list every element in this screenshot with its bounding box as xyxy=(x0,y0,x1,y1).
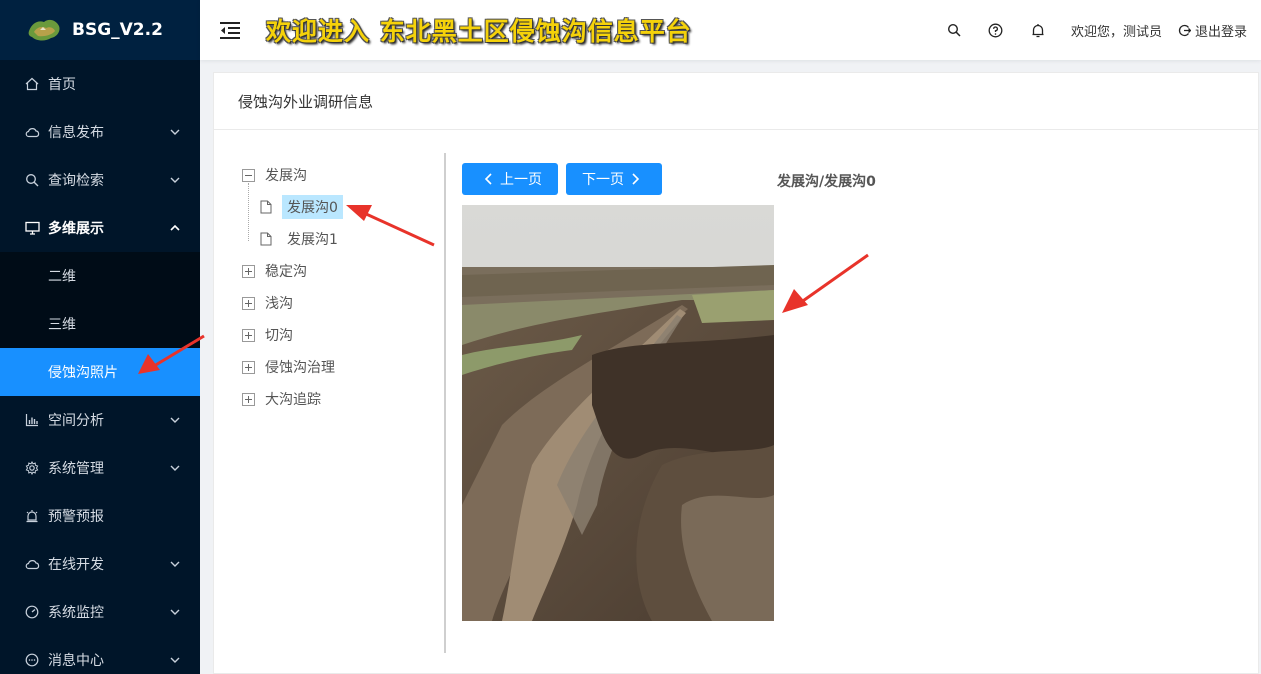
help-icon xyxy=(989,23,1003,37)
menu-fold-icon[interactable] xyxy=(218,20,242,40)
category-tree: 发展沟 发展沟0 发展沟1 稳定沟 浅沟 切沟 侵蚀沟治理 大沟追踪 xyxy=(242,159,442,415)
sidebar-item-warning[interactable]: 预警预报 xyxy=(0,492,200,540)
chevron-left-icon xyxy=(484,173,492,185)
logout-icon xyxy=(1178,24,1191,36)
chevron-down-icon xyxy=(170,465,180,471)
header-actions: 欢迎您，测试员 退出登录 xyxy=(933,0,1261,60)
sidebar-item-multidim[interactable]: 多维展示 xyxy=(0,204,200,252)
cloud-icon xyxy=(24,124,40,140)
sidebar-item-messages[interactable]: 消息中心 xyxy=(0,636,200,674)
sidebar-item-spatial-analysis[interactable]: 空间分析 xyxy=(0,396,200,444)
expand-toggle-icon[interactable] xyxy=(242,328,255,342)
sidebar-item-label: 系统监控 xyxy=(48,605,104,621)
chevron-right-icon xyxy=(632,173,640,185)
sidebar-item-label: 系统管理 xyxy=(48,461,104,477)
sidebar-item-label: 查询检索 xyxy=(48,173,104,189)
next-page-label: 下一页 xyxy=(582,172,624,188)
help-button[interactable] xyxy=(975,0,1017,60)
sidebar-item-label: 首页 xyxy=(48,77,76,93)
gear-icon xyxy=(24,460,40,476)
tree-node-label: 发展沟 xyxy=(265,168,307,184)
document-icon xyxy=(260,232,272,246)
expand-toggle-icon[interactable] xyxy=(242,392,255,406)
sidebar-item-2d[interactable]: 二维 xyxy=(0,252,200,300)
sidebar-item-system-admin[interactable]: 系统管理 xyxy=(0,444,200,492)
cloud-icon xyxy=(24,556,40,572)
sidebar-item-label: 二维 xyxy=(48,269,76,285)
tree-connector-line xyxy=(248,183,249,241)
expand-toggle-icon[interactable] xyxy=(242,360,255,374)
sidebar-item-label: 预警预报 xyxy=(48,509,104,525)
logo-icon xyxy=(28,19,60,41)
sidebar-item-label: 空间分析 xyxy=(48,413,104,429)
tree-node[interactable]: 浅沟 xyxy=(242,287,442,319)
sidebar-item-query[interactable]: 查询检索 xyxy=(0,156,200,204)
sidebar-item-label: 消息中心 xyxy=(48,653,104,669)
dashboard-icon xyxy=(24,604,40,620)
tree-node[interactable]: 切沟 xyxy=(242,319,442,351)
chevron-down-icon xyxy=(170,417,180,423)
sidebar-item-label: 信息发布 xyxy=(48,125,104,141)
next-page-button[interactable]: 下一页 xyxy=(566,163,662,195)
sidebar-item-label: 多维展示 xyxy=(48,221,104,237)
tree-node-root[interactable]: 发展沟 xyxy=(242,159,442,191)
tree-node[interactable]: 侵蚀沟治理 xyxy=(242,351,442,383)
chevron-down-icon xyxy=(170,561,180,567)
bell-icon xyxy=(1032,23,1044,37)
search-icon xyxy=(947,23,961,37)
gully-photo xyxy=(462,205,774,621)
tree-leaf-label-selected: 发展沟0 xyxy=(282,195,343,219)
annotation-arrow xyxy=(138,334,205,374)
photo-path: 发展沟/发展沟0 xyxy=(777,174,876,190)
header: 欢迎进入 东北黑土区侵蚀沟信息平台 欢迎您，测试员 退出登录 xyxy=(200,0,1261,60)
panel-divider[interactable] xyxy=(444,153,446,653)
logout-button[interactable]: 退出登录 xyxy=(1178,21,1247,40)
annotation-arrow xyxy=(346,205,435,247)
user-greeting: 欢迎您，测试员 xyxy=(1070,24,1162,40)
chevron-down-icon xyxy=(170,609,180,615)
tree-node-label: 浅沟 xyxy=(265,296,293,312)
sidebar-item-label: 侵蚀沟照片 xyxy=(48,365,118,381)
tree-node[interactable]: 大沟追踪 xyxy=(242,383,442,415)
expand-toggle-icon[interactable] xyxy=(242,296,255,310)
home-icon xyxy=(24,76,40,92)
logout-label: 退出登录 xyxy=(1194,24,1247,40)
content-card: 侵蚀沟外业调研信息 发展沟 发展沟0 发展沟1 稳定沟 浅沟 切沟 侵蚀沟治理 … xyxy=(213,72,1259,674)
page-title: 欢迎进入 东北黑土区侵蚀沟信息平台 xyxy=(266,17,692,46)
tree-node[interactable]: 稳定沟 xyxy=(242,255,442,287)
brand[interactable]: BSG_V2.2 xyxy=(0,0,200,60)
prev-page-button[interactable]: 上一页 xyxy=(462,163,558,195)
chevron-down-icon xyxy=(170,657,180,663)
chevron-up-icon xyxy=(170,224,180,231)
chevron-down-icon xyxy=(170,177,180,183)
app-name: BSG_V2.2 xyxy=(72,20,163,40)
annotation-arrow xyxy=(782,253,869,313)
tree-leaf-label: 发展沟1 xyxy=(287,232,338,248)
sidebar-item-home[interactable]: 首页 xyxy=(0,60,200,108)
tree-node-label: 稳定沟 xyxy=(265,264,307,280)
message-icon xyxy=(24,652,40,668)
tree-node-label: 切沟 xyxy=(265,328,293,344)
expand-toggle-icon[interactable] xyxy=(242,264,255,278)
alarm-icon xyxy=(24,508,40,524)
collapse-toggle-icon[interactable] xyxy=(242,168,255,182)
card-title: 侵蚀沟外业调研信息 xyxy=(214,73,1258,130)
search-icon xyxy=(24,172,40,188)
search-button[interactable] xyxy=(933,0,975,60)
sidebar-item-monitor[interactable]: 系统监控 xyxy=(0,588,200,636)
document-icon xyxy=(260,200,272,214)
sidebar-item-label: 三维 xyxy=(48,317,76,333)
prev-page-label: 上一页 xyxy=(500,172,542,188)
sidebar-item-info-publish[interactable]: 信息发布 xyxy=(0,108,200,156)
notifications-button[interactable] xyxy=(1017,0,1059,60)
tree-node-label: 大沟追踪 xyxy=(265,392,321,408)
sidebar-item-label: 在线开发 xyxy=(48,557,104,573)
chevron-down-icon xyxy=(170,129,180,135)
sidebar-item-online-dev[interactable]: 在线开发 xyxy=(0,540,200,588)
monitor-icon xyxy=(24,220,40,236)
tree-node-label: 侵蚀沟治理 xyxy=(265,360,335,376)
bar-chart-icon xyxy=(24,412,40,428)
